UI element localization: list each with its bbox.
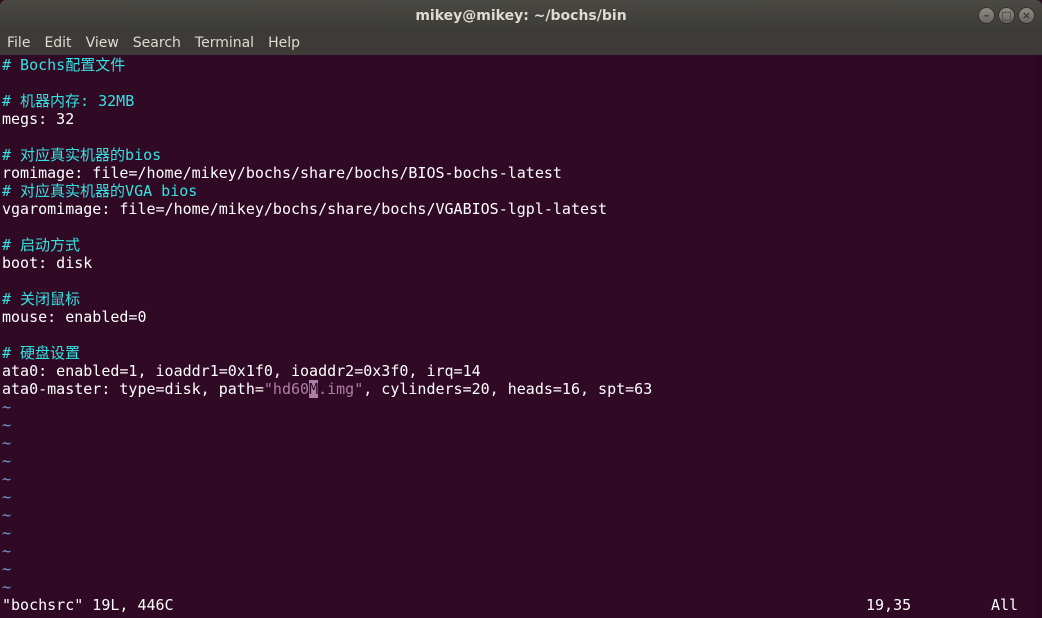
empty-line-marker: ~ (2, 470, 12, 488)
title-bar[interactable]: mikey@mikey: ~/bochs/bin – □ × (0, 0, 1042, 32)
editor-line: ata0: enabled=1, ioaddr1=0x1f0, ioaddr2=… (2, 362, 481, 380)
string-literal: "hd60 (263, 380, 310, 398)
empty-line-marker: ~ (2, 542, 12, 560)
editor-line: # 机器内存: 32MB (2, 92, 135, 110)
minimize-icon[interactable]: – (978, 7, 995, 24)
code-text: ata0-master: type=disk, path= (2, 380, 264, 398)
menu-view[interactable]: View (79, 32, 126, 55)
editor-line: ata0-master: type=disk, path="hd60M.img"… (2, 380, 652, 398)
empty-line-marker: ~ (2, 434, 12, 452)
empty-line-marker: ~ (2, 578, 12, 596)
empty-line-marker: ~ (2, 524, 12, 542)
terminal-window: mikey@mikey: ~/bochs/bin – □ × File Edit… (0, 0, 1042, 618)
menu-bar: File Edit View Search Terminal Help (0, 32, 1042, 55)
menu-search[interactable]: Search (126, 32, 188, 55)
status-cursor-position: 19,35 (866, 596, 912, 614)
empty-line-marker: ~ (2, 398, 12, 416)
editor-line: # 硬盘设置 (2, 344, 81, 362)
empty-line-marker: ~ (2, 452, 12, 470)
editor-line: romimage: file=/home/mikey/bochs/share/b… (2, 164, 562, 182)
status-scroll-indicator: All (991, 596, 1019, 614)
code-text: , cylinders=20, heads=16, spt=63 (363, 380, 653, 398)
terminal-content[interactable]: # Bochs配置文件 # 机器内存: 32MB megs: 32 # 对应真实… (0, 55, 1035, 618)
empty-line-marker: ~ (2, 488, 12, 506)
maximize-icon[interactable]: □ (998, 7, 1015, 24)
editor-line: # 关闭鼠标 (2, 290, 81, 308)
editor-line: # Bochs配置文件 (2, 56, 126, 74)
empty-line-marker: ~ (2, 560, 12, 578)
editor-line: megs: 32 (2, 110, 75, 128)
menu-file[interactable]: File (0, 32, 37, 55)
empty-line-marker: ~ (2, 416, 12, 434)
menu-terminal[interactable]: Terminal (188, 32, 261, 55)
editor-line: vgaromimage: file=/home/mikey/bochs/shar… (2, 200, 608, 218)
string-literal: .img" (318, 380, 364, 398)
menu-help[interactable]: Help (261, 32, 307, 55)
empty-line-marker: ~ (2, 506, 12, 524)
menu-edit[interactable]: Edit (37, 32, 78, 55)
editor-line: boot: disk (2, 254, 93, 272)
window-title: mikey@mikey: ~/bochs/bin (415, 8, 627, 24)
editor-line: # 对应真实机器的bios (2, 146, 162, 164)
editor-line: # 启动方式 (2, 236, 81, 254)
text-cursor: M (309, 380, 319, 398)
status-file-info: "bochsrc" 19L, 446C (2, 596, 174, 614)
editor-line: # 对应真实机器的VGA bios (2, 182, 198, 200)
editor-line: mouse: enabled=0 (2, 308, 147, 326)
scrollbar[interactable] (1035, 55, 1042, 618)
close-icon[interactable]: × (1018, 7, 1035, 24)
